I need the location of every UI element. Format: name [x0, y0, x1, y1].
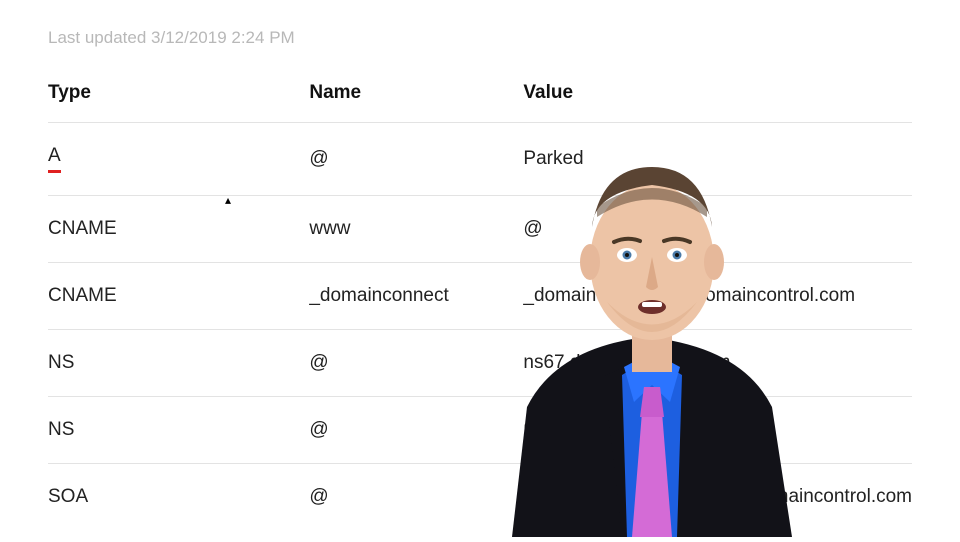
- cell-value: @: [523, 196, 912, 263]
- table-row[interactable]: CNAME www @: [48, 196, 912, 263]
- cell-name: @: [309, 397, 523, 464]
- cell-name: _domainconnect: [309, 263, 523, 330]
- table-row[interactable]: NS @ ns68.domaincontrol.com: [48, 397, 912, 464]
- cell-value: ns68.domaincontrol.com: [523, 397, 912, 464]
- cell-value: ns67.domaincontrol.com: [523, 330, 912, 397]
- cell-name: www: [309, 196, 523, 263]
- column-header-type: Type: [48, 82, 309, 123]
- cell-value: Parked: [523, 123, 912, 196]
- table-row[interactable]: A @ Parked: [48, 123, 912, 196]
- column-header-value: Value: [523, 82, 912, 123]
- cell-type: CNAME: [48, 196, 309, 263]
- column-header-name: Name: [309, 82, 523, 123]
- cell-name: @: [309, 330, 523, 397]
- cell-name: @: [309, 123, 523, 196]
- last-updated-text: Last updated 3/12/2019 2:24 PM: [48, 28, 912, 48]
- cell-value: _domainconnect.gd.domaincontrol.com: [523, 263, 912, 330]
- cell-type: A: [48, 123, 309, 196]
- table-row[interactable]: NS @ ns67.domaincontrol.com: [48, 330, 912, 397]
- dns-records-table: Type Name Value A @ Parked CNAME www @ C…: [48, 82, 912, 530]
- table-row[interactable]: SOA @ Primary nameserver: ns67.domaincon…: [48, 464, 912, 531]
- cell-type: NS: [48, 330, 309, 397]
- cell-name: @: [309, 464, 523, 531]
- table-row[interactable]: CNAME _domainconnect _domainconnect.gd.d…: [48, 263, 912, 330]
- cell-type: CNAME: [48, 263, 309, 330]
- cell-type: SOA: [48, 464, 309, 531]
- cell-value: Primary nameserver: ns67.domaincontrol.c…: [523, 464, 912, 531]
- cell-type: NS: [48, 397, 309, 464]
